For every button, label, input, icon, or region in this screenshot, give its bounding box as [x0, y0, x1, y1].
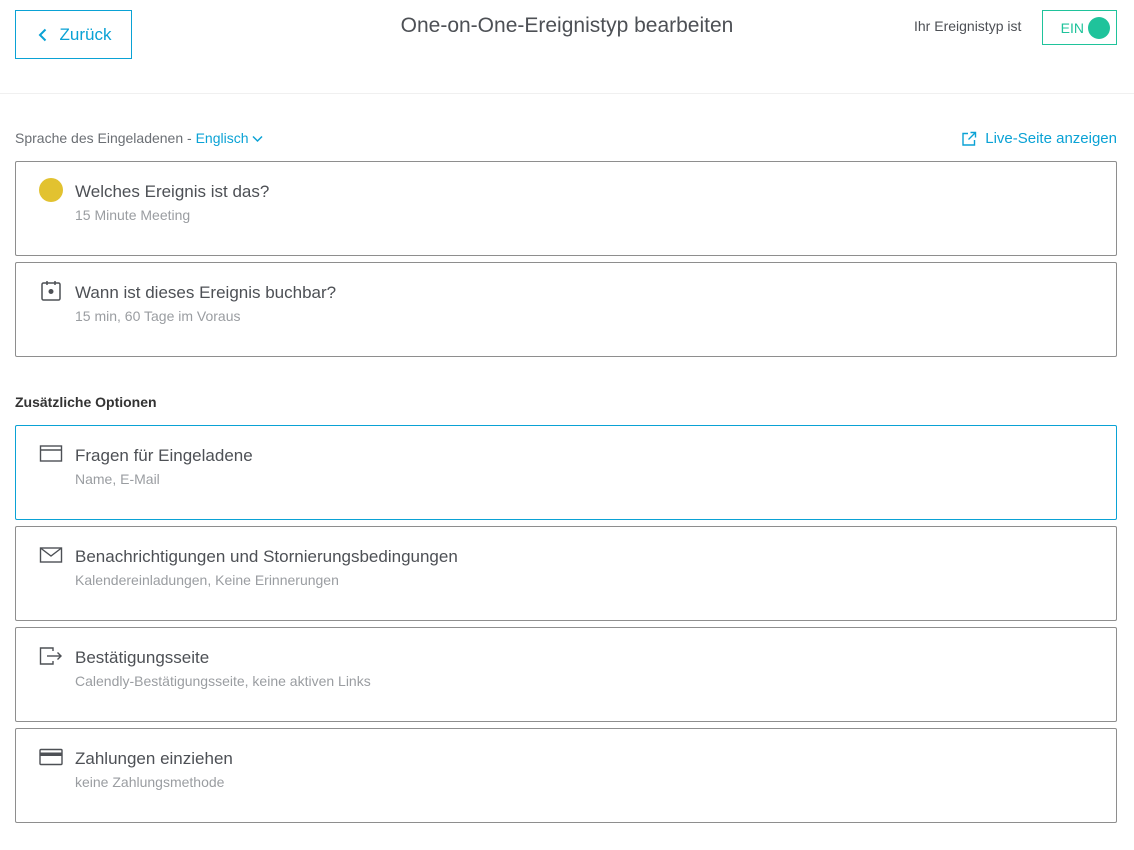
card-title: Bestätigungsseite	[75, 648, 210, 667]
language-dropdown[interactable]: Englisch	[196, 130, 263, 146]
card-availability[interactable]: Wann ist dieses Ereignis buchbar? 15 min…	[15, 262, 1117, 357]
event-status-label: Ihr Ereignistyp ist	[914, 18, 1022, 34]
toggle-knob-icon	[1088, 16, 1110, 39]
exit-arrow-icon	[39, 644, 63, 668]
chevron-down-icon	[251, 136, 263, 143]
language-prefix: Sprache des Eingeladenen -	[15, 130, 196, 146]
card-confirmation-page[interactable]: Bestätigungsseite Calendly-Bestätigungss…	[15, 627, 1117, 722]
envelope-icon	[39, 543, 63, 567]
view-live-page-link[interactable]: Live-Seite anzeigen	[961, 130, 1117, 147]
card-title: Benachrichtigungen und Stornierungsbedin…	[75, 547, 458, 566]
card-subtitle: Kalendereinladungen, Keine Erinnerungen	[75, 572, 339, 588]
card-title: Zahlungen einziehen	[75, 749, 233, 768]
card-invitee-questions[interactable]: Fragen für Eingeladene Name, E-Mail	[15, 425, 1117, 520]
toggle-label: EIN	[1060, 19, 1084, 36]
card-title: Fragen für Eingeladene	[75, 446, 253, 465]
card-subtitle: 15 min, 60 Tage im Voraus	[75, 308, 241, 324]
additional-options-heading: Zusätzliche Optionen	[15, 394, 157, 410]
event-active-toggle[interactable]: EIN	[1042, 10, 1117, 45]
calendar-icon	[39, 279, 63, 303]
live-link-label: Live-Seite anzeigen	[985, 130, 1117, 147]
card-subtitle: Name, E-Mail	[75, 471, 160, 487]
card-notifications[interactable]: Benachrichtigungen und Stornierungsbedin…	[15, 526, 1117, 621]
language-value: Englisch	[195, 130, 249, 146]
invitee-language-row: Sprache des Eingeladenen - Englisch	[15, 130, 263, 146]
yellow-dot-icon	[39, 178, 63, 202]
card-event-details[interactable]: Welches Ereignis ist das? 15 Minute Meet…	[15, 161, 1117, 256]
card-subtitle: keine Zahlungsmethode	[75, 774, 225, 790]
card-subtitle: Calendly-Bestätigungsseite, keine aktive…	[75, 673, 371, 689]
page-header: Zurück One-on-One-Ereignistyp bearbeiten…	[0, 0, 1134, 94]
form-icon	[39, 442, 63, 466]
card-subtitle: 15 Minute Meeting	[75, 207, 191, 223]
card-title: Wann ist dieses Ereignis buchbar?	[75, 283, 337, 302]
credit-card-icon	[39, 745, 63, 769]
card-collect-payments[interactable]: Zahlungen einziehen keine Zahlungsmethod…	[15, 728, 1117, 823]
external-link-icon	[962, 131, 977, 146]
card-title: Welches Ereignis ist das?	[75, 182, 270, 201]
